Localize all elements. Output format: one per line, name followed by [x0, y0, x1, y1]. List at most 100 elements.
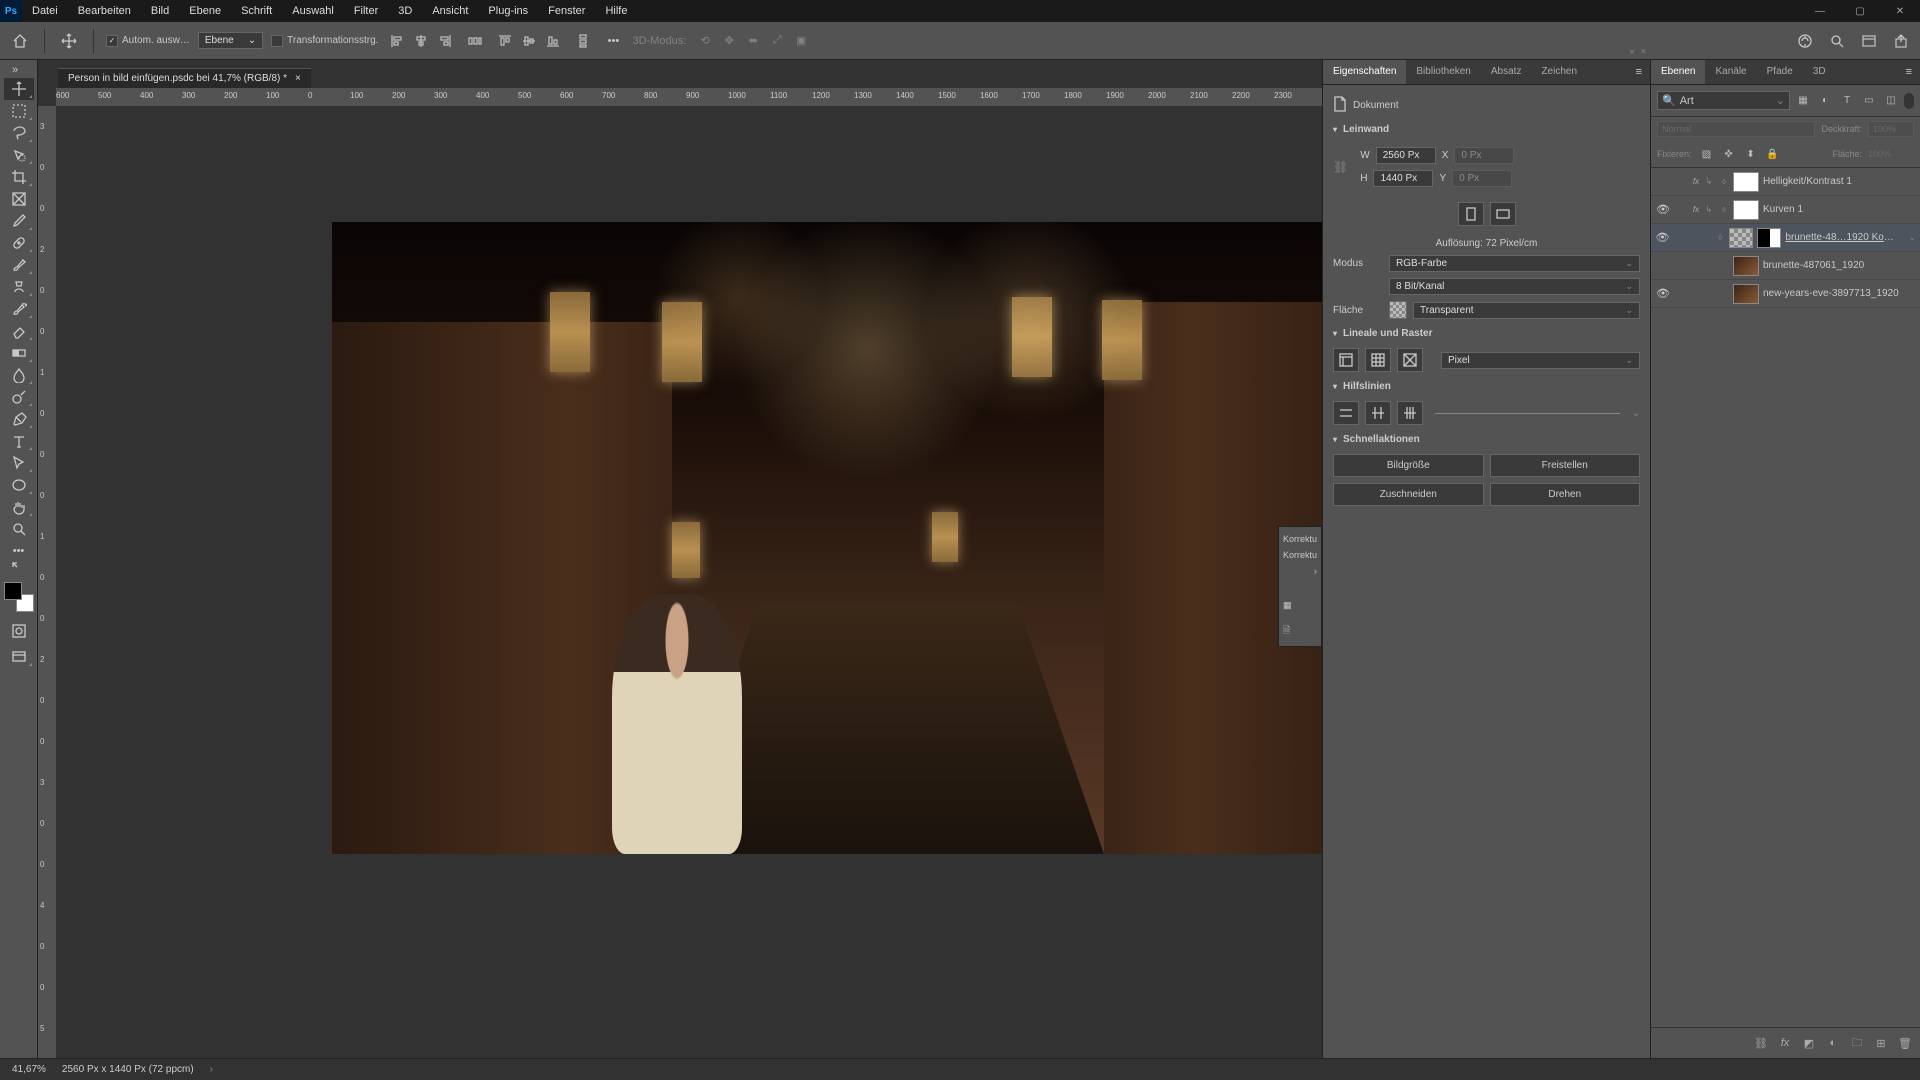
- zoom-level[interactable]: 41,67%: [12, 1064, 46, 1075]
- menu-datei[interactable]: Datei: [22, 1, 68, 21]
- layer-mask-icon[interactable]: ◩: [1800, 1034, 1818, 1052]
- hand-tool[interactable]: [4, 496, 34, 518]
- screenmode-button[interactable]: [4, 646, 34, 668]
- layer-thumbnail[interactable]: [1729, 228, 1753, 248]
- orientation-landscape-button[interactable]: [1490, 202, 1516, 226]
- lock-pixels-icon[interactable]: ▨: [1698, 145, 1716, 163]
- distribute-v-button[interactable]: [572, 31, 594, 51]
- close-button[interactable]: ✕: [1880, 0, 1920, 22]
- lock-all-icon[interactable]: 🔒: [1764, 145, 1782, 163]
- marquee-tool[interactable]: [4, 100, 34, 122]
- layer-name[interactable]: brunette-48…1920 Kopie…: [1785, 232, 1898, 243]
- layer-row[interactable]: fx↳⬨Helligkeit/Kontrast 1: [1651, 168, 1920, 196]
- layers-panel-menu-icon[interactable]: ≡: [1898, 60, 1920, 84]
- menu-bild[interactable]: Bild: [141, 1, 179, 21]
- document-tab[interactable]: Person in bild einfügen.psdc bei 41,7% (…: [58, 68, 311, 88]
- search-icon[interactable]: [1826, 31, 1848, 51]
- eyedropper-tool[interactable]: [4, 210, 34, 232]
- mask-link-icon[interactable]: ⬨: [1719, 176, 1729, 187]
- section-quickactions[interactable]: Schnellaktionen: [1333, 434, 1640, 445]
- height-field[interactable]: 1440 Px: [1373, 170, 1433, 187]
- layer-row[interactable]: 👁fx↳⬨Kurven 1: [1651, 196, 1920, 224]
- pen-tool[interactable]: [4, 408, 34, 430]
- status-menu-icon[interactable]: ›: [210, 1064, 213, 1075]
- panel-menu-icon[interactable]: ≡: [1628, 60, 1650, 84]
- align-top-button[interactable]: [494, 31, 516, 51]
- layer-name[interactable]: Kurven 1: [1763, 204, 1803, 215]
- section-guides[interactable]: Hilfslinien: [1333, 381, 1640, 392]
- layer-thumbnail[interactable]: [1733, 172, 1759, 192]
- align-bottom-button[interactable]: [542, 31, 564, 51]
- lasso-tool[interactable]: [4, 122, 34, 144]
- tab-eigenschaften[interactable]: Eigenschaften: [1323, 60, 1406, 84]
- filter-smart-icon[interactable]: ◫: [1882, 92, 1900, 110]
- dodge-tool[interactable]: [4, 386, 34, 408]
- ruler-unit-select[interactable]: Pixel: [1441, 352, 1640, 369]
- link-dimensions-icon[interactable]: ⛓: [1333, 160, 1348, 174]
- link-layers-icon[interactable]: ⛓: [1752, 1034, 1770, 1052]
- tab-absatz[interactable]: Absatz: [1481, 60, 1532, 84]
- layer-fx-icon[interactable]: fx: [1776, 1034, 1794, 1052]
- menu-bearbeiten[interactable]: Bearbeiten: [68, 1, 141, 21]
- visibility-toggle[interactable]: 👁: [1655, 287, 1671, 300]
- expand-toolbox-icon[interactable]: »: [12, 64, 25, 74]
- visibility-toggle[interactable]: 👁: [1655, 231, 1670, 244]
- quick-rotate-button[interactable]: Drehen: [1490, 483, 1641, 506]
- align-hcenter-button[interactable]: [410, 31, 432, 51]
- swap-colors-icon[interactable]: [4, 562, 34, 576]
- menu-filter[interactable]: Filter: [344, 1, 388, 21]
- quick-select-tool[interactable]: [4, 144, 34, 166]
- layer-name[interactable]: brunette-487061_1920: [1763, 260, 1864, 271]
- section-rulers[interactable]: Lineale und Raster: [1333, 328, 1640, 339]
- tab-pfade[interactable]: Pfade: [1757, 60, 1803, 84]
- lock-position-icon[interactable]: ✜: [1720, 145, 1738, 163]
- auto-select-target[interactable]: Ebene⌄: [198, 32, 263, 49]
- filter-type-icon[interactable]: T: [1838, 92, 1856, 110]
- layer-thumbnail[interactable]: [1757, 228, 1781, 248]
- mask-link-icon[interactable]: ⬨: [1719, 204, 1729, 215]
- lock-artboard-icon[interactable]: ⬍: [1742, 145, 1760, 163]
- color-swatches[interactable]: [4, 582, 34, 612]
- quick-imagesize-button[interactable]: Bildgröße: [1333, 454, 1484, 477]
- menu-schrift[interactable]: Schrift: [231, 1, 282, 21]
- layer-group-icon[interactable]: 🗀: [1848, 1034, 1866, 1052]
- delete-layer-icon[interactable]: 🗑: [1896, 1034, 1914, 1052]
- filter-adjust-icon[interactable]: ◐: [1816, 92, 1834, 110]
- tab-bibliotheken[interactable]: Bibliotheken: [1406, 60, 1480, 84]
- brush-tool[interactable]: [4, 254, 34, 276]
- fill-swatch[interactable]: [1389, 301, 1407, 319]
- collapse-panel-icon[interactable]: «: [1630, 46, 1635, 56]
- blur-tool[interactable]: [4, 364, 34, 386]
- vertical-ruler[interactable]: 3002001000100200300400500600700800: [38, 106, 56, 1058]
- document-dimensions[interactable]: 2560 Px x 1440 Px (72 ppcm): [62, 1064, 194, 1075]
- korrekturen-doc-icon[interactable]: 🗎: [1283, 620, 1317, 642]
- layer-name[interactable]: Helligkeit/Kontrast 1: [1763, 176, 1852, 187]
- zoom-tool[interactable]: [4, 518, 34, 540]
- guide-v-button[interactable]: [1365, 401, 1391, 425]
- layer-thumbnail[interactable]: [1733, 200, 1759, 220]
- cloud-sync-icon[interactable]: [1794, 31, 1816, 51]
- menu-ansicht[interactable]: Ansicht: [422, 1, 478, 21]
- layer-name[interactable]: new-years-eve-3897713_1920: [1763, 288, 1899, 299]
- bit-depth-select[interactable]: 8 Bit/Kanal: [1389, 278, 1640, 295]
- quickmask-button[interactable]: [4, 620, 34, 642]
- crop-tool[interactable]: [4, 166, 34, 188]
- visibility-toggle[interactable]: 👁: [1655, 203, 1671, 216]
- blend-mode-select[interactable]: Normal: [1657, 121, 1815, 137]
- opacity-field[interactable]: 100%: [1868, 121, 1914, 137]
- more-align-button[interactable]: •••: [602, 31, 624, 51]
- edit-toolbar-button[interactable]: •••: [4, 540, 34, 562]
- layer-thumbnail[interactable]: [1733, 256, 1759, 276]
- close-tab-icon[interactable]: ×: [295, 73, 301, 84]
- layer-row[interactable]: 👁 new-years-eve-3897713_1920: [1651, 280, 1920, 308]
- fill-opacity-field[interactable]: 100%: [1868, 149, 1914, 159]
- maximize-button[interactable]: ▢: [1840, 0, 1880, 22]
- menu-3d[interactable]: 3D: [388, 1, 422, 21]
- home-button[interactable]: [8, 29, 32, 53]
- korrekturen-grid-icon[interactable]: ▦: [1283, 597, 1317, 614]
- clone-stamp-tool[interactable]: [4, 276, 34, 298]
- mask-link-icon[interactable]: ⬨: [1716, 232, 1725, 243]
- new-layer-icon[interactable]: ⊞: [1872, 1034, 1890, 1052]
- quick-crop-button[interactable]: Zuschneiden: [1333, 483, 1484, 506]
- pixel-grid-button[interactable]: [1397, 348, 1423, 372]
